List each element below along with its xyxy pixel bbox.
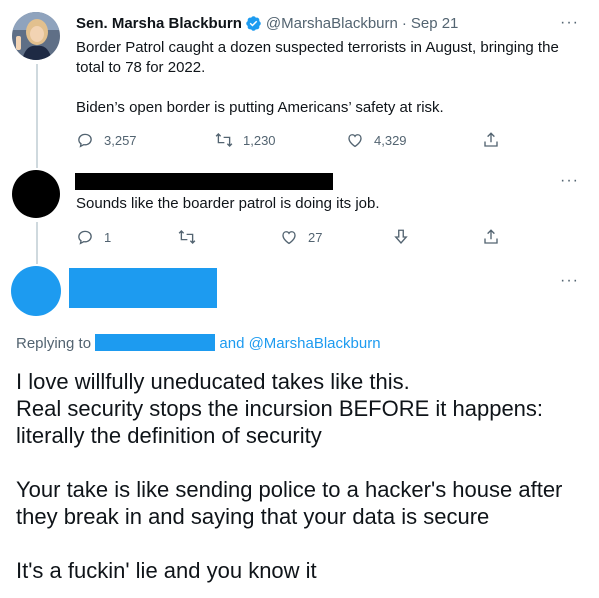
reply-count: 1 <box>104 229 112 245</box>
dot-separator: · <box>401 15 407 32</box>
retweet-count: 1,230 <box>243 132 276 148</box>
share-button[interactable] <box>482 228 510 246</box>
tweet-header: Sen. Marsha Blackburn @MarshaBlackburn ·… <box>76 15 458 32</box>
tweet-text: I love willfully uneducated takes like t… <box>16 369 563 583</box>
retweet-icon <box>178 230 196 244</box>
more-icon[interactable]: ··· <box>560 14 579 32</box>
like-icon <box>282 231 296 245</box>
downvote-button[interactable] <box>392 228 420 246</box>
mention-link[interactable]: and @MarshaBlackburn <box>219 335 380 352</box>
retweet-button[interactable] <box>178 228 206 246</box>
reply-icon <box>78 133 92 148</box>
retweet-icon <box>215 133 233 147</box>
avatar[interactable] <box>12 170 60 218</box>
downvote-icon <box>394 229 408 245</box>
like-button[interactable]: 27 <box>280 228 322 246</box>
replying-to-line: Replying to and @MarshaBlackburn <box>16 334 381 352</box>
thread-line <box>36 222 38 264</box>
avatar[interactable] <box>11 266 61 316</box>
author-name[interactable]: Sen. Marsha Blackburn <box>76 15 242 32</box>
redacted-name <box>69 268 217 308</box>
tweet-date[interactable]: Sep 21 <box>411 15 459 32</box>
verified-badge-icon <box>245 15 262 32</box>
thread-line <box>36 64 38 168</box>
reply-button[interactable]: 3,257 <box>76 131 137 149</box>
tweet-text: Sounds like the boarder patrol is doing … <box>76 195 380 212</box>
like-count: 27 <box>308 229 323 245</box>
share-icon <box>484 229 498 244</box>
redacted-name <box>75 173 333 190</box>
replying-to-label: Replying to <box>16 335 92 352</box>
avatar[interactable] <box>12 12 60 60</box>
retweet-button[interactable]: 1,230 <box>215 131 276 149</box>
more-icon[interactable]: ··· <box>560 172 579 190</box>
reply-icon <box>78 230 92 245</box>
share-icon <box>484 132 498 147</box>
reply-count: 3,257 <box>104 132 137 148</box>
redacted-mention[interactable] <box>95 334 216 351</box>
author-handle[interactable]: @MarshaBlackburn <box>266 15 398 32</box>
share-button[interactable] <box>482 131 510 149</box>
like-icon <box>348 134 362 148</box>
tweet-text: Border Patrol caught a dozen suspected t… <box>76 39 559 116</box>
more-icon[interactable]: ··· <box>560 272 579 290</box>
reply-button[interactable]: 1 <box>76 228 111 246</box>
like-button[interactable]: 4,329 <box>346 131 407 149</box>
like-count: 4,329 <box>374 132 407 148</box>
